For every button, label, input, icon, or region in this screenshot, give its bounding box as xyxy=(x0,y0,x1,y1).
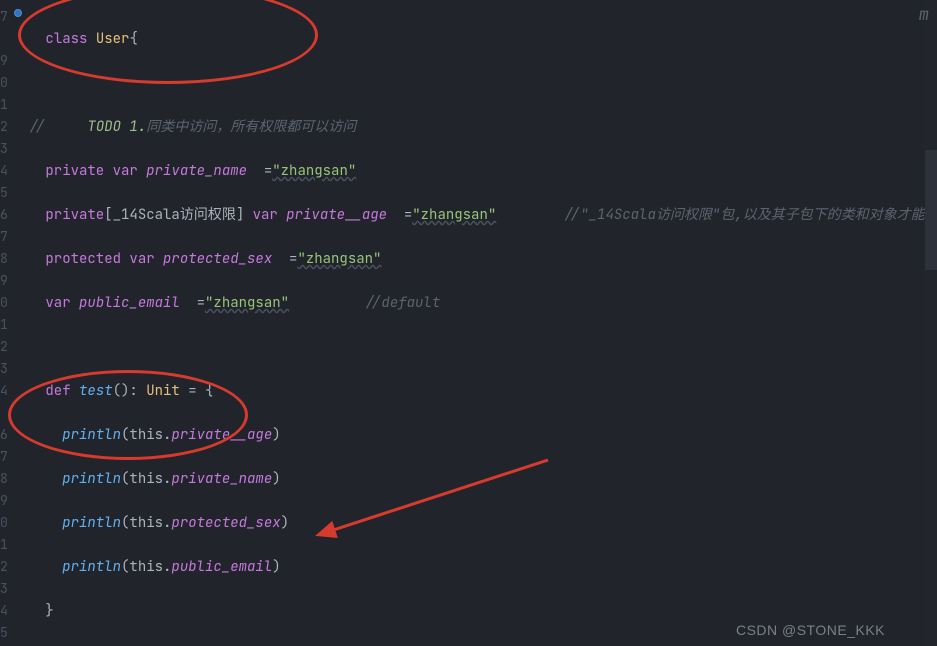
field-private-name: private_name xyxy=(146,162,247,180)
line-number: 4 xyxy=(0,160,8,182)
keyword-private: private xyxy=(12,162,113,180)
keyword-private: private xyxy=(12,206,104,224)
field-ref: protected_sex xyxy=(171,514,280,532)
line-number xyxy=(0,28,8,50)
minimap-viewport[interactable] xyxy=(925,150,937,270)
line-number-gutter: 7 9 0 1 2 3 4 5 6 7 8 9 0 1 2 3 4 6 7 8 … xyxy=(0,0,8,646)
field-ref: private__age xyxy=(171,426,272,444)
comment: // xyxy=(12,118,88,136)
line-number: 1 xyxy=(0,94,8,116)
line-number: 6 xyxy=(0,424,8,446)
type-user: User xyxy=(96,30,130,48)
line-number: 8 xyxy=(0,248,8,270)
field-public-email: public_email xyxy=(79,294,180,312)
punct: = xyxy=(180,294,205,312)
keyword-this: this xyxy=(129,558,163,576)
field-ref: private_name xyxy=(171,470,272,488)
keyword-var: var xyxy=(253,206,287,224)
code-area[interactable]: class User{ // TODO 1.同类中访问，所有权限都可以访问 pr… xyxy=(8,0,925,646)
line-number: 7 xyxy=(0,6,8,28)
field-ref: public_email xyxy=(171,558,272,576)
brace: } xyxy=(12,602,54,620)
string-literal: "zhangsan" xyxy=(272,162,356,180)
line-number: 2 xyxy=(0,116,8,138)
line-number: 4 xyxy=(0,380,8,402)
comment: //default xyxy=(289,294,440,312)
line-number: 4 xyxy=(0,600,8,622)
punct: = xyxy=(247,162,272,180)
line-number: 5 xyxy=(0,622,8,644)
line-number xyxy=(0,402,8,424)
access-qualifier: [_14Scala访问权限] xyxy=(104,206,252,224)
line-number: 2 xyxy=(0,556,8,578)
line-number: 2 xyxy=(0,336,8,358)
line-number: 0 xyxy=(0,72,8,94)
line-number: 1 xyxy=(0,534,8,556)
string-literal: "zhangsan" xyxy=(297,250,381,268)
line-number: 0 xyxy=(0,512,8,534)
brace: { xyxy=(129,30,137,48)
keyword-this: this xyxy=(129,514,163,532)
string-literal: "zhangsan" xyxy=(205,294,289,312)
keyword-var: var xyxy=(12,294,79,312)
line-number: 5 xyxy=(0,182,8,204)
code-editor: 7 9 0 1 2 3 4 5 6 7 8 9 0 1 2 3 4 6 7 8 … xyxy=(0,0,937,646)
keyword-def: def xyxy=(12,382,79,400)
keyword-this: this xyxy=(129,470,163,488)
line-number: 8 xyxy=(0,468,8,490)
type-unit: Unit xyxy=(146,382,180,400)
minimap[interactable]: m xyxy=(925,0,937,646)
call-println: println xyxy=(12,514,121,532)
paren: ) xyxy=(272,426,280,444)
keyword-protected: protected xyxy=(12,250,130,268)
field-protected-sex: protected_sex xyxy=(163,250,272,268)
paren: ) xyxy=(272,470,280,488)
line-number: 9 xyxy=(0,50,8,72)
minimap-letter: m xyxy=(919,4,929,26)
line-number: 3 xyxy=(0,138,8,160)
string-literal: "zhangsan" xyxy=(412,206,496,224)
line-number: 6 xyxy=(0,204,8,226)
punct: = xyxy=(272,250,297,268)
call-println: println xyxy=(12,470,121,488)
todo-marker: TODO 1. xyxy=(87,118,146,136)
call-println: println xyxy=(12,558,121,576)
line-number: 1 xyxy=(0,314,8,336)
line-number: 9 xyxy=(0,270,8,292)
line-number: 3 xyxy=(0,358,8,380)
line-number: 3 xyxy=(0,578,8,600)
call-println: println xyxy=(12,426,121,444)
comment: 同类中访问，所有权限都可以访问 xyxy=(146,118,356,136)
line-number: 0 xyxy=(0,292,8,314)
line-number: 7 xyxy=(0,226,8,248)
field-private-age: private__age xyxy=(286,206,387,224)
watermark: CSDN @STONE_KKK xyxy=(736,622,885,638)
paren: ) xyxy=(281,514,289,532)
punct: = xyxy=(387,206,412,224)
keyword-class: class xyxy=(45,30,95,48)
comment: //"_14Scala访问权限"包,以及其子包下的类和对象才能 xyxy=(496,206,924,224)
paren: ) xyxy=(272,558,280,576)
keyword-this: this xyxy=(129,426,163,444)
keyword-var: var xyxy=(129,250,163,268)
line-number: 9 xyxy=(0,490,8,512)
keyword-var: var xyxy=(113,162,147,180)
punct: (): xyxy=(113,382,147,400)
annotation-arrow xyxy=(298,450,558,550)
line-number: 7 xyxy=(0,446,8,468)
method-test: test xyxy=(79,382,113,400)
brace: = { xyxy=(180,382,214,400)
